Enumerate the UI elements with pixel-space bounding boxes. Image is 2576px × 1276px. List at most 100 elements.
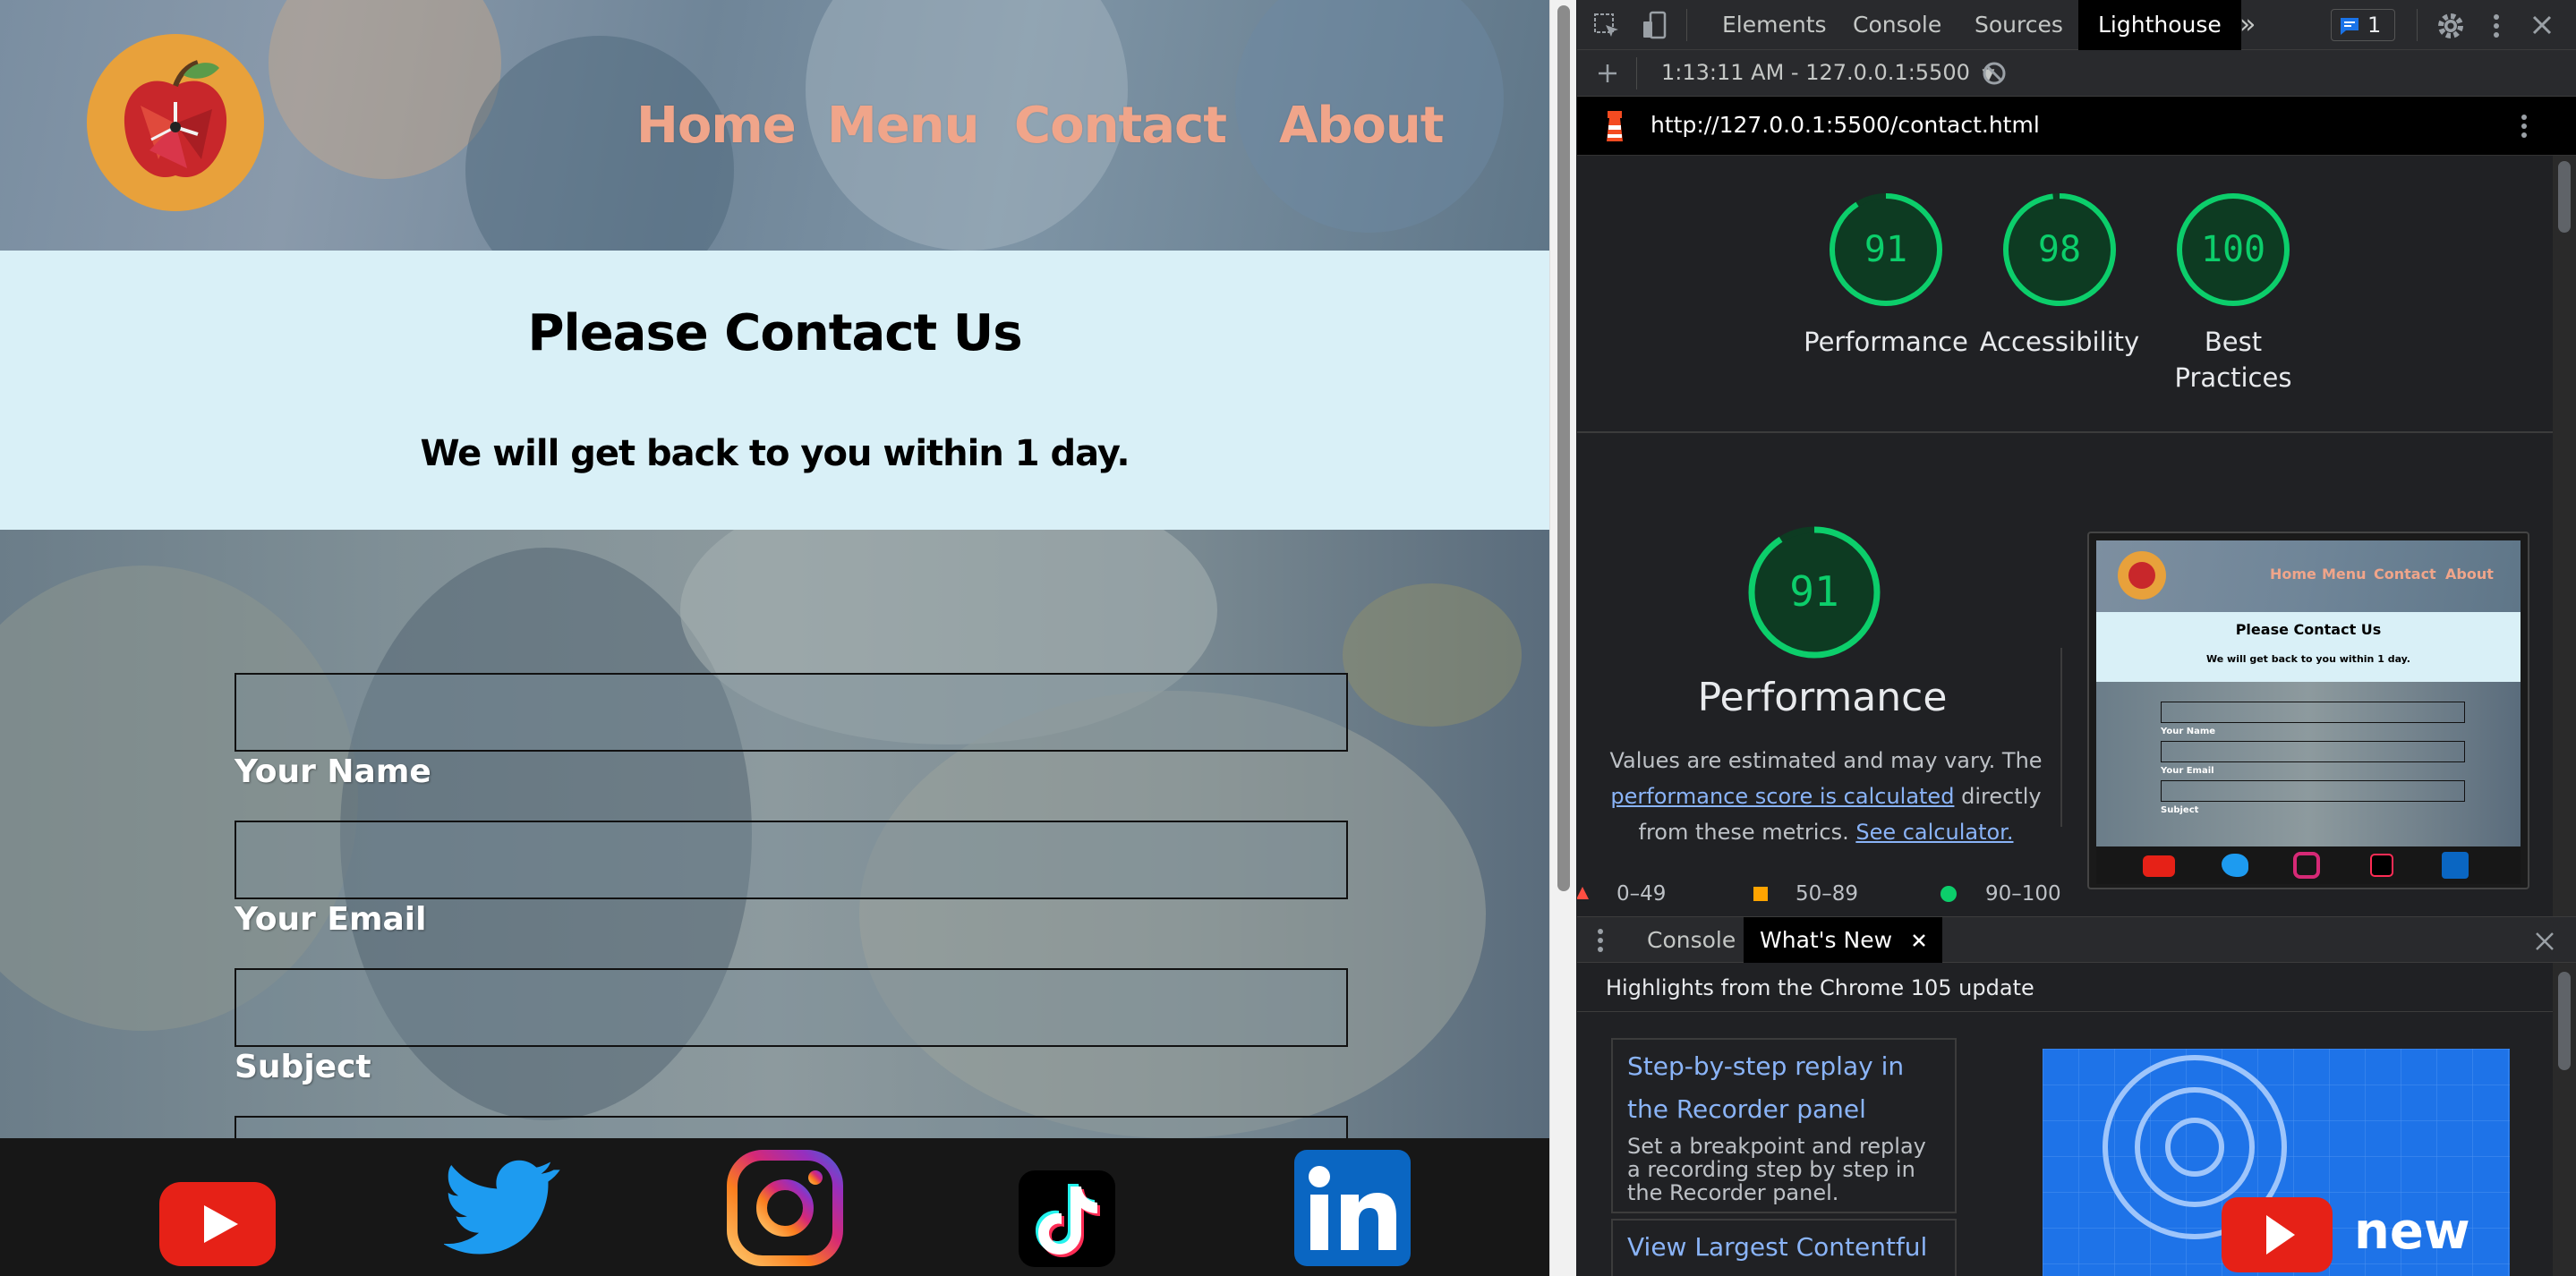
best-practices-score-gauge[interactable]: 100 [2175,191,2291,308]
accessibility-score-label: Accessibility [1979,327,2140,357]
report-url[interactable]: http://127.0.0.1:5500/contact.html [1651,112,2040,138]
preview-tiktok-icon [2370,854,2393,877]
whats-new-card[interactable]: Step-by-step replay in the Recorder pane… [1611,1038,1957,1213]
tab-sources[interactable]: Sources [1975,0,2063,50]
header-divider [1577,1011,2553,1012]
card-title-link[interactable]: View Largest Contentful [1627,1226,1941,1269]
preview-form: Your Name Your Email Subject [2096,682,2521,846]
card-description: Set a breakpoint and replay a recording … [1627,1134,1926,1205]
legend-pass-range: 90–100 [1985,882,2061,906]
nav-menu[interactable]: Menu [827,97,979,155]
whats-new-video-thumbnail[interactable]: new [2043,1049,2510,1276]
tiktok-icon[interactable] [1019,1160,1115,1276]
preview-subtitle: We will get back to you within 1 day. [2206,653,2410,665]
tab-divider [2417,9,2418,41]
site-logo[interactable] [87,34,264,211]
page-subtitle: We will get back to you within 1 day. [420,433,1130,474]
report-selector[interactable]: 1:13:11 AM - 127.0.0.1:5500 ▼ [1661,60,1994,85]
tab-console[interactable]: Console [1853,0,1941,50]
vertical-divider [2060,648,2062,827]
lighthouse-toolbar: 1:13:11 AM - 127.0.0.1:5500 ▼ [1577,50,2576,97]
preview-title: Please Contact Us [2235,621,2382,638]
close-drawer-icon[interactable] [2535,931,2555,951]
preview-logo [2118,551,2166,600]
preview-banner: Please Contact Us We will get back to yo… [2096,612,2521,682]
card-title-link[interactable]: Step-by-step replay in the Recorder pane… [1627,1045,1941,1131]
new-report-plus-icon[interactable] [1597,63,1618,84]
performance-description: Values are estimated and may vary. The p… [1593,743,2059,850]
scrollbar-thumb[interactable] [2558,972,2571,1070]
see-calculator-link[interactable]: See calculator. [1855,820,2013,845]
subject-input[interactable] [235,968,1348,1047]
preview-twitter-icon [2222,854,2248,877]
preview-instagram-icon [2293,852,2320,879]
more-tabs-button[interactable]: » [2239,0,2256,50]
apple-clock-icon [124,60,227,178]
video-caption: new [2354,1203,2470,1261]
inspect-element-icon[interactable] [1593,13,1620,39]
performance-score-link[interactable]: performance score is calculated [1610,784,1954,809]
report-scrollbar[interactable] [2553,156,2576,916]
nav-about[interactable]: About [1279,97,1445,155]
drawer-tab-bar: Console What's New [1577,916,2576,964]
nav-contact[interactable]: Contact [1014,97,1227,155]
name-input[interactable] [235,673,1348,752]
clear-reports-icon[interactable] [1982,61,2007,86]
instagram-icon[interactable] [727,1149,843,1267]
whats-new-panel: Highlights from the Chrome 105 update St… [1577,963,2576,1276]
bg-candy [1343,583,1522,727]
preview-label-email: Your Email [2161,766,2214,776]
page-screenshot-preview[interactable]: Home Menu Contact About Please Contact U… [2087,532,2529,889]
nav-home[interactable]: Home [636,97,797,155]
tab-lighthouse[interactable]: Lighthouse [2078,0,2241,50]
accessibility-score-value: 98 [2038,229,2081,270]
perf-desc-text-1: Values are estimated and may vary. The [1609,748,2043,773]
device-toolbar-icon[interactable] [1642,11,1668,39]
preview-label-name: Your Name [2161,727,2216,736]
issues-icon [2341,18,2358,35]
scrollbar-thumb[interactable] [1557,5,1570,891]
tab-divider [1686,9,1687,41]
drawer-tab-console[interactable]: Console [1647,917,1736,964]
close-devtools-icon[interactable] [2531,14,2553,36]
settings-gear-icon[interactable] [2436,12,2465,40]
fail-triangle-icon [1577,887,1589,899]
preview-footer [2096,846,2521,884]
email-input[interactable] [235,821,1348,899]
preview-linkedin-icon [2442,852,2469,879]
performance-score-label: Performance [1804,327,1968,357]
youtube-icon[interactable] [159,1165,276,1276]
name-label: Your Name [235,753,431,790]
performance-detail-gauge: 91 [1748,526,1881,659]
twitter-icon[interactable] [444,1156,560,1274]
drawer-tab-whats-new[interactable]: What's New [1744,917,1943,964]
drawer-scrollbar[interactable] [2553,963,2576,1276]
website-scrollbar[interactable] [1549,0,1576,1276]
kebab-menu-icon[interactable] [2490,13,2503,39]
site-header: Home Menu Contact About [0,0,1549,251]
section-divider [1577,431,2553,433]
average-square-icon [1753,887,1768,901]
performance-score-gauge[interactable]: 91 [1828,191,1944,308]
preview-youtube-icon [2143,855,2175,877]
preview-header: Home Menu Contact About [2096,540,2521,612]
best-practices-score-value: 100 [2201,229,2265,270]
bg-chips [859,691,1486,1138]
scrollbar-thumb[interactable] [2558,161,2571,233]
close-tab-icon[interactable] [1912,933,1926,948]
accessibility-score-gauge[interactable]: 98 [2001,191,2118,308]
devtools-tab-bar: Elements Console Sources Lighthouse » 1 [1577,0,2576,50]
issues-button[interactable]: 1 [2331,9,2395,41]
performance-score-value: 91 [1864,229,1907,270]
whats-new-card[interactable]: View Largest Contentful [1611,1219,1957,1276]
preview-nav-contact: Contact [2374,566,2436,583]
linkedin-icon[interactable] [1294,1149,1411,1267]
preview-nav-about: About [2445,566,2494,583]
lighthouse-url-bar: http://127.0.0.1:5500/contact.html [1577,97,2576,156]
preview-nav-home: Home [2270,566,2316,583]
url-bar-menu-icon[interactable] [2519,113,2529,140]
tab-elements[interactable]: Elements [1722,0,1827,50]
contact-banner [0,251,1549,530]
best-practices-score-label: Best Practices [2174,327,2292,393]
drawer-menu-icon[interactable] [1595,928,1606,953]
